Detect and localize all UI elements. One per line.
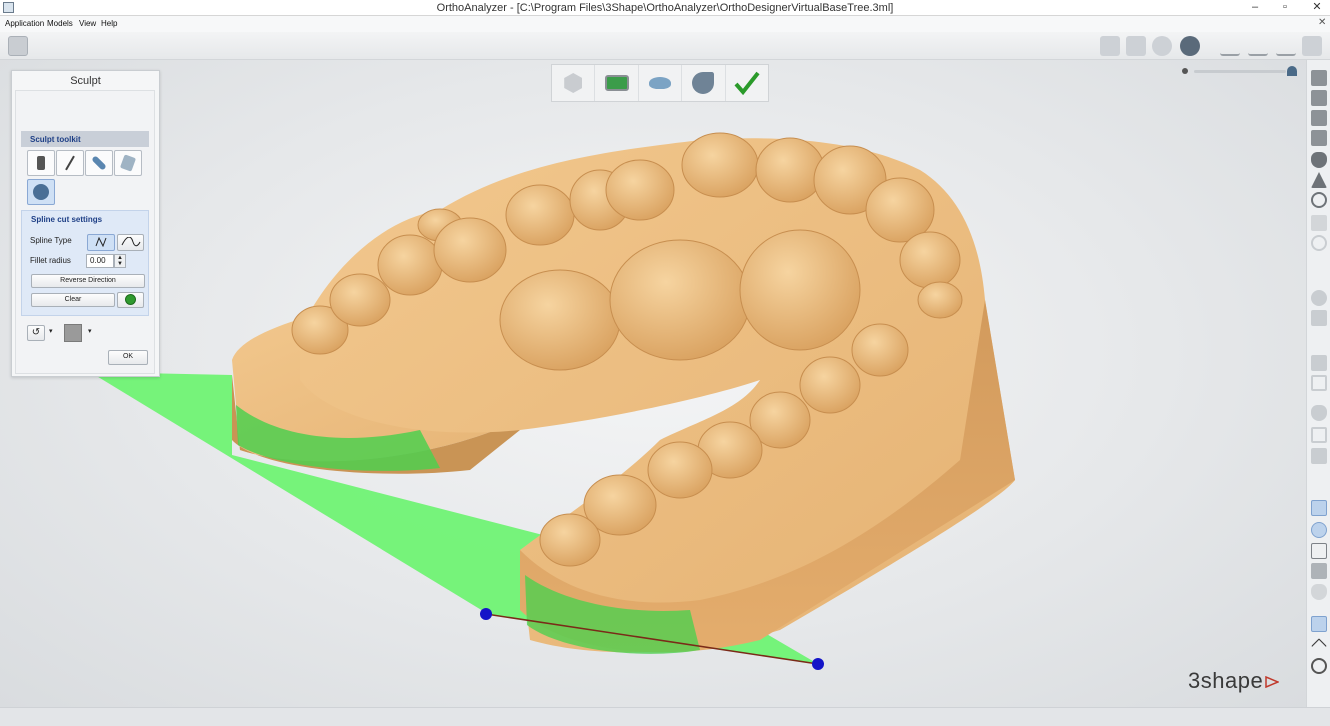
front-view-icon[interactable]: [1311, 70, 1327, 86]
spline-cut-icon: [33, 184, 49, 200]
annotate-icon[interactable]: [1311, 215, 1327, 231]
open-case-icon[interactable]: [8, 36, 28, 56]
step-model[interactable]: [552, 65, 596, 101]
view-3d-icon[interactable]: [1180, 36, 1200, 56]
linear-spline-icon: [95, 236, 107, 248]
eraser-button[interactable]: [114, 150, 142, 176]
knife-icon: [65, 155, 75, 171]
spline-type-linear-button[interactable]: [87, 234, 115, 251]
menu-help[interactable]: Help: [101, 19, 117, 28]
undo-dropdown-icon[interactable]: ▾: [49, 327, 53, 335]
layer-5-icon[interactable]: [1311, 584, 1327, 600]
menu-models[interactable]: Models: [47, 19, 73, 28]
transparency-icon[interactable]: [1311, 375, 1327, 391]
spline-type-curve-button[interactable]: [117, 234, 144, 251]
spline-point-start[interactable]: [480, 608, 492, 620]
ok-button[interactable]: OK: [108, 350, 148, 365]
fillet-radius-input[interactable]: 0.00: [86, 254, 114, 268]
add-wax-icon: [37, 156, 45, 170]
add-wax-button[interactable]: [27, 150, 55, 176]
zoom-out-icon[interactable]: [1182, 68, 1188, 74]
spline-settings-heading: Spline cut settings: [31, 215, 103, 224]
spline-point-end[interactable]: [812, 658, 824, 670]
minimize-button[interactable]: –: [1246, 0, 1264, 16]
eraser-icon: [119, 154, 137, 172]
color-dropdown-icon[interactable]: ▾: [88, 327, 92, 335]
rotate-tool-icon[interactable]: [1311, 616, 1327, 632]
step-scan[interactable]: [595, 65, 639, 101]
measure-icon[interactable]: [1311, 192, 1327, 208]
reverse-direction-button[interactable]: Reverse Direction: [31, 274, 145, 288]
step-sculpt[interactable]: [682, 65, 726, 101]
back-view-icon[interactable]: [1311, 90, 1327, 106]
layer-4-icon[interactable]: [1311, 563, 1327, 579]
refresh-icon[interactable]: [1311, 235, 1327, 251]
view-rotate-icon[interactable]: [1152, 36, 1172, 56]
layer-3-icon[interactable]: [1311, 543, 1327, 559]
maximize-button[interactable]: ▫: [1276, 0, 1294, 16]
screenshot-icon[interactable]: [1302, 36, 1322, 56]
menu-application[interactable]: Application: [5, 19, 44, 28]
both-jaws-icon[interactable]: [1276, 36, 1296, 56]
apply-button[interactable]: [117, 292, 144, 308]
spline-type-label: Spline Type: [30, 236, 72, 245]
brand-name: 3shape: [1188, 668, 1264, 693]
close-small-button[interactable]: ✕: [1318, 17, 1326, 28]
knife-button[interactable]: [56, 150, 84, 176]
view-front-icon[interactable]: [1100, 36, 1120, 56]
sculpt-toolkit-heading: Sculpt toolkit: [21, 131, 149, 147]
checkmark-icon: [734, 71, 760, 95]
zoom-in-icon[interactable]: [1287, 66, 1297, 76]
layer-1-icon[interactable]: [1311, 500, 1327, 516]
upper-model-icon[interactable]: [1311, 405, 1327, 421]
close-button[interactable]: ✕: [1304, 0, 1330, 16]
crown-icon[interactable]: [1311, 310, 1327, 326]
curve-spline-icon: [121, 236, 140, 247]
brand-logo: 3shape: [1188, 668, 1280, 694]
spline-cut-button[interactable]: [27, 179, 55, 205]
grid-icon[interactable]: [1311, 355, 1327, 371]
box-icon[interactable]: [1311, 427, 1327, 443]
undo-icon: ↺: [31, 327, 41, 338]
dental-model-scene[interactable]: [0, 60, 1306, 707]
toolbar: ✕: [0, 17, 1330, 60]
fillet-radius-spinner[interactable]: ▲ ▼: [114, 254, 126, 268]
smooth-button[interactable]: [85, 150, 113, 176]
right-view-icon[interactable]: [1311, 130, 1327, 146]
layer-2-icon[interactable]: [1311, 522, 1327, 538]
model-step-icon: [564, 73, 583, 93]
upper-jaw-icon[interactable]: [1220, 36, 1240, 56]
fillet-radius-label: Fillet radius: [30, 256, 71, 265]
zoom-tool-icon[interactable]: [1311, 658, 1327, 674]
panel-title: Sculpt: [70, 75, 101, 87]
view-occlusal-icon[interactable]: [1126, 36, 1146, 56]
step-base[interactable]: [639, 65, 683, 101]
clear-button[interactable]: Clear: [31, 293, 115, 307]
undo-button[interactable]: ↺: [27, 325, 45, 341]
zoom-slider[interactable]: [1194, 70, 1286, 73]
shield-icon[interactable]: [1311, 152, 1327, 168]
window-title: OrthoAnalyzer - [C:\Program Files\3Shape…: [436, 2, 894, 14]
menu-view[interactable]: View: [79, 19, 96, 28]
tooth-icon[interactable]: [1311, 290, 1327, 306]
sculpt-step-icon: [692, 72, 715, 94]
base-step-icon: [649, 77, 672, 89]
left-view-icon[interactable]: [1311, 110, 1327, 126]
lower-jaw-icon[interactable]: [1248, 36, 1268, 56]
right-tool-column: [1306, 60, 1330, 707]
lower-model-icon[interactable]: [1311, 448, 1327, 464]
3d-viewport[interactable]: [0, 60, 1306, 707]
color-swatch[interactable]: [64, 324, 82, 342]
scan-step-icon: [604, 75, 629, 91]
apply-arrow-icon: [125, 294, 136, 305]
title-bar: OrthoAnalyzer - [C:\Program Files\3Shape…: [0, 0, 1330, 16]
step-finish[interactable]: [726, 65, 768, 101]
menu-bar: Application Models View Help: [0, 16, 1330, 32]
workflow-steps: [551, 64, 769, 102]
taskbar: [0, 707, 1330, 726]
smooth-icon: [91, 155, 107, 171]
triangle-icon[interactable]: [1311, 172, 1327, 188]
pan-tool-icon[interactable]: [1311, 638, 1327, 654]
